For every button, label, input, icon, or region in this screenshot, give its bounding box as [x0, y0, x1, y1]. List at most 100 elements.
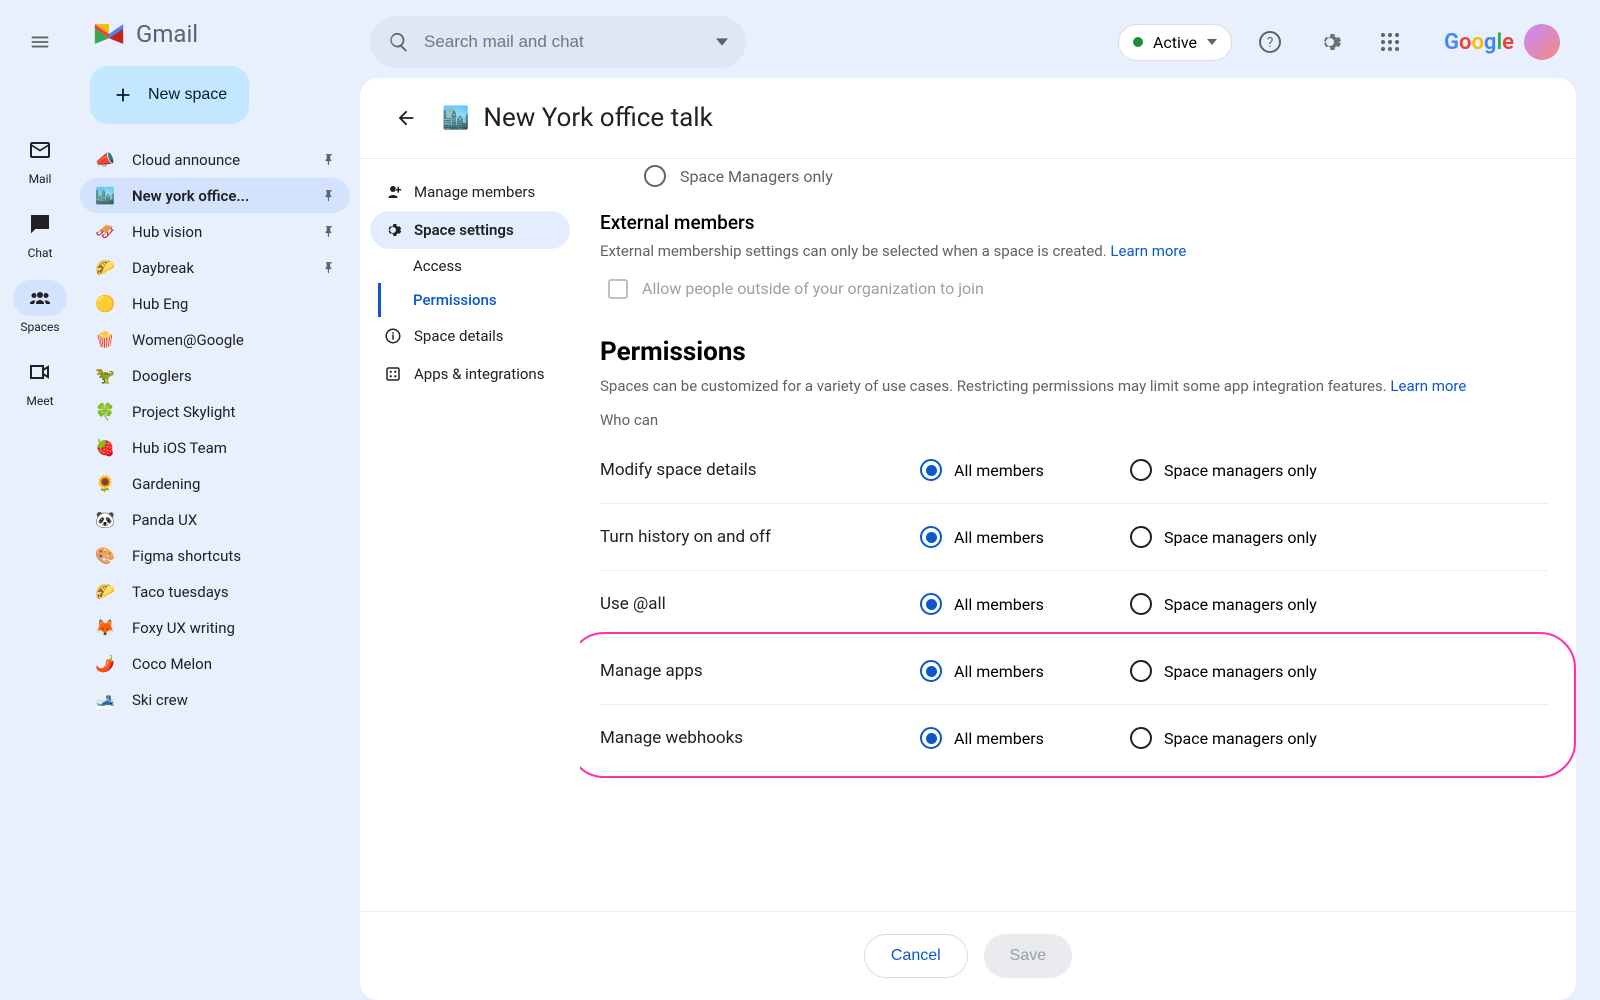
permissions-learn-more-link[interactable]: Learn more — [1390, 377, 1466, 395]
external-learn-more-link[interactable]: Learn more — [1110, 242, 1186, 260]
space-label: Gardening — [132, 475, 336, 493]
space-emoji-icon: 🍀 — [94, 402, 116, 421]
space-item[interactable]: 🍀 Project Skylight — [80, 394, 350, 429]
back-button[interactable] — [384, 96, 428, 140]
external-members-desc: External membership settings can only be… — [600, 240, 1548, 263]
radio-space-managers[interactable]: Space managers only — [1130, 593, 1340, 615]
space-label: Foxy UX writing — [132, 619, 336, 637]
space-item[interactable]: 🦊 Foxy UX writing — [80, 610, 350, 645]
radio-all-members[interactable]: All members — [920, 593, 1130, 615]
avatar — [1524, 24, 1560, 60]
radio-space-managers[interactable]: Space managers only — [1130, 526, 1340, 548]
rail-spaces[interactable]: Spaces — [13, 274, 67, 340]
space-label: Panda UX — [132, 511, 336, 529]
search-dropdown-icon[interactable] — [716, 36, 728, 48]
search-icon — [388, 31, 410, 53]
nav-manage-members[interactable]: Manage members — [370, 173, 570, 211]
external-members-heading: External members — [600, 211, 1548, 234]
permissions-desc: Spaces can be customized for a variety o… — [600, 375, 1548, 398]
space-emoji-icon: 🎨 — [94, 546, 116, 565]
space-emoji-icon: 🌮 — [94, 258, 116, 277]
google-logo: Google — [1444, 30, 1514, 55]
external-checkbox-row: Allow people outside of your organizatio… — [600, 271, 1548, 307]
rail-mail[interactable]: Mail — [13, 126, 67, 192]
space-item[interactable]: 🐼 Panda UX — [80, 502, 350, 537]
pin-icon[interactable] — [322, 189, 336, 203]
pin-icon[interactable] — [322, 261, 336, 275]
nav-permissions[interactable]: Permissions — [378, 283, 570, 317]
space-label: Figma shortcuts — [132, 547, 336, 565]
radio-space-managers[interactable]: Space managers only — [1130, 459, 1340, 481]
search-input[interactable] — [424, 32, 702, 52]
space-emoji-icon: 🌶️ — [94, 654, 116, 673]
search-bar[interactable] — [370, 16, 746, 68]
radio-space-managers[interactable]: Space managers only — [1130, 727, 1340, 749]
space-item[interactable]: 🍓 Hub iOS Team — [80, 430, 350, 465]
space-label: Cloud announce — [132, 151, 306, 169]
space-item[interactable]: 🌻 Gardening — [80, 466, 350, 501]
space-emoji-icon: 🎿 — [94, 690, 116, 709]
space-item[interactable]: 🛷 Hub vision — [80, 214, 350, 249]
space-emoji-icon: 🌮 — [94, 582, 116, 601]
checkbox-icon — [608, 279, 628, 299]
chevron-down-icon — [1207, 39, 1217, 45]
radio-all-members[interactable]: All members — [920, 660, 1130, 682]
radio-all-members[interactable]: All members — [920, 727, 1130, 749]
apps-grid-button[interactable] — [1368, 20, 1412, 64]
space-label: Coco Melon — [132, 655, 336, 673]
account-button[interactable]: Google — [1428, 20, 1566, 64]
space-label: Taco tuesdays — [132, 583, 336, 601]
radio-space-managers[interactable]: Space managers only — [1130, 660, 1340, 682]
cancel-button[interactable]: Cancel — [864, 934, 968, 978]
space-item[interactable]: 🌮 Taco tuesdays — [80, 574, 350, 609]
status-selector[interactable]: Active — [1118, 24, 1232, 61]
app-name: Gmail — [136, 20, 198, 48]
app-logo[interactable]: Gmail — [80, 14, 350, 60]
permission-row: Turn history on and off All members Spac… — [600, 504, 1548, 571]
new-space-button[interactable]: New space — [90, 66, 249, 124]
space-emoji-icon: 🌻 — [94, 474, 116, 493]
space-item[interactable]: 🌶️ Coco Melon — [80, 646, 350, 681]
settings-button[interactable] — [1308, 20, 1352, 64]
pin-icon[interactable] — [322, 225, 336, 239]
radio-icon — [1130, 526, 1152, 548]
radio-all-members[interactable]: All members — [920, 526, 1130, 548]
radio-icon — [920, 660, 942, 682]
new-space-label: New space — [148, 86, 227, 104]
space-emoji-icon: 🏙️ — [94, 186, 116, 205]
rail-meet[interactable]: Meet — [13, 348, 67, 414]
space-item[interactable]: 📣 Cloud announce — [80, 142, 350, 177]
nav-space-settings[interactable]: Space settings — [370, 211, 570, 249]
radio-icon — [644, 165, 666, 187]
permission-label: Turn history on and off — [600, 527, 920, 547]
rail-chat[interactable]: Chat — [13, 200, 67, 266]
space-label: Dooglers — [132, 367, 336, 385]
space-icon: 🏙️ — [442, 106, 469, 131]
permission-row: Use @all All members Space managers only — [600, 571, 1548, 638]
space-emoji-icon: 🍓 — [94, 438, 116, 457]
who-can-label: Who can — [600, 411, 1548, 429]
space-item[interactable]: 🏙️ New york office... — [80, 178, 350, 213]
main-menu-button[interactable] — [16, 18, 64, 66]
permission-label: Manage apps — [600, 661, 920, 681]
nav-access[interactable]: Access — [378, 249, 570, 283]
space-item[interactable]: 🌮 Daybreak — [80, 250, 350, 285]
space-item[interactable]: 🎨 Figma shortcuts — [80, 538, 350, 573]
space-emoji-icon: 🦖 — [94, 366, 116, 385]
space-item[interactable]: 🦖 Dooglers — [80, 358, 350, 393]
help-button[interactable]: ? — [1248, 20, 1292, 64]
save-button[interactable]: Save — [984, 934, 1072, 978]
radio-all-members[interactable]: All members — [920, 459, 1130, 481]
space-item[interactable]: 🎿 Ski crew — [80, 682, 350, 717]
rail-chat-label: Chat — [28, 246, 53, 260]
nav-apps-integrations[interactable]: Apps & integrations — [370, 355, 570, 393]
space-label: Hub vision — [132, 223, 306, 241]
rail-spaces-label: Spaces — [20, 320, 59, 334]
space-item[interactable]: 🟡 Hub Eng — [80, 286, 350, 321]
radio-space-managers-only-cutoff[interactable]: Space Managers only — [600, 159, 1548, 201]
space-item[interactable]: 🍿 Women@Google — [80, 322, 350, 357]
pin-icon[interactable] — [322, 153, 336, 167]
space-emoji-icon: 🛷 — [94, 222, 116, 241]
nav-space-details[interactable]: Space details — [370, 317, 570, 355]
radio-icon — [1130, 660, 1152, 682]
